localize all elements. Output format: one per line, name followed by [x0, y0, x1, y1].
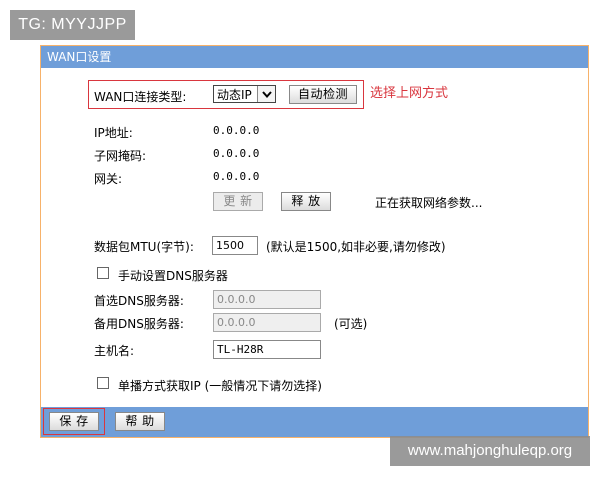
renew-button[interactable]: 更 新 [213, 192, 263, 211]
primary-dns-input[interactable]: 0.0.0.0 [213, 290, 321, 309]
unicast-checkbox[interactable] [97, 377, 109, 389]
ip-value: 0.0.0.0 [213, 124, 260, 137]
chevron-down-icon[interactable] [257, 86, 275, 102]
subnet-mask-value: 0.0.0.0 [213, 147, 260, 160]
primary-dns-label: 首选DNS服务器: [94, 294, 184, 308]
mtu-hint: (默认是1500,如非必要,请勿修改) [266, 240, 446, 254]
hostname-input[interactable]: TL-H28R [213, 340, 321, 359]
auto-detect-button[interactable]: 自动检测 [289, 85, 357, 104]
secondary-dns-label: 备用DNS服务器: [94, 317, 184, 331]
secondary-dns-input[interactable]: 0.0.0.0 [213, 313, 321, 332]
secondary-dns-hint: (可选) [334, 317, 368, 331]
wan-type-annotation: 选择上网方式 [370, 86, 449, 101]
wan-type-select[interactable]: 动态IP [213, 85, 276, 103]
gateway-label: 网关: [94, 172, 123, 186]
unicast-label: 单播方式获取IP (一般情况下请勿选择) [118, 379, 322, 393]
wan-type-label: WAN口连接类型: [94, 90, 187, 104]
release-button[interactable]: 释 放 [281, 192, 331, 211]
watermark-bottom: www.mahjonghuleqp.org [390, 436, 590, 466]
save-button[interactable]: 保 存 [49, 412, 99, 431]
wan-type-selected-value: 动态IP [217, 87, 252, 102]
manual-dns-checkbox[interactable] [97, 267, 109, 279]
status-message: 正在获取网络参数... [375, 196, 483, 210]
hostname-label: 主机名: [94, 344, 135, 358]
watermark-top: TG: MYYJJPP [10, 10, 135, 40]
help-button[interactable]: 帮 助 [115, 412, 165, 431]
ip-label: IP地址: [94, 126, 133, 140]
gateway-value: 0.0.0.0 [213, 170, 260, 183]
mtu-input[interactable]: 1500 [212, 236, 258, 255]
subnet-mask-label: 子网掩码: [94, 149, 147, 163]
mtu-label: 数据包MTU(字节): [94, 240, 194, 254]
manual-dns-label: 手动设置DNS服务器 [118, 269, 228, 283]
panel-title: WAN口设置 [41, 46, 588, 68]
